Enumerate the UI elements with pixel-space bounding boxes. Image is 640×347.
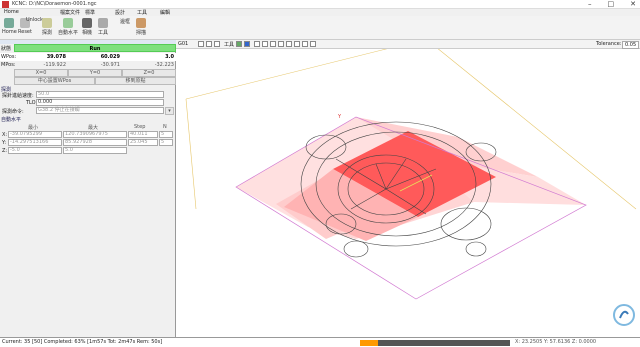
probe-icon (42, 18, 52, 28)
menu-home[interactable]: Home (4, 9, 19, 15)
control-panel: 狀態 Run WPos: 39.078 60.029 3.0 MPos: -11… (0, 44, 176, 337)
menu-edit[interactable]: 編輯 (160, 9, 170, 16)
y-n-input[interactable]: 5 (159, 139, 173, 146)
probe-button[interactable]: 探測 (42, 18, 52, 36)
z-min-input[interactable]: -5.0 (8, 147, 62, 154)
scan-button[interactable]: 掃描 (136, 18, 146, 36)
y-max-input[interactable]: 85.927928 (63, 139, 127, 146)
state-label: 狀態 (1, 46, 12, 52)
probe-cmd-select[interactable]: G38.2 停止在接觸 (36, 107, 164, 114)
mpos-x: -119.922 (43, 62, 66, 68)
camera-button[interactable]: 相機 (82, 18, 92, 36)
ribbon: Home Reset Unlock 探測 自動水平 相機 工具 邊框 掃描 (0, 16, 640, 40)
step-header: Step (134, 124, 146, 130)
minimize-icon[interactable]: – (588, 0, 592, 8)
cursor-coords: X: 23.2505 Y: 57.6136 Z: 0.0000 (515, 339, 597, 345)
z-max-input[interactable]: 5.0 (63, 147, 127, 154)
tolerance-input[interactable]: 0.05 (622, 41, 640, 49)
probe-cmd-label: 探測命令: (2, 109, 24, 115)
watermark-logo (612, 300, 636, 330)
progress-fill (360, 340, 378, 346)
chevron-down-icon[interactable]: ▾ (165, 107, 174, 115)
grid-icon[interactable] (286, 41, 292, 47)
wpos-x: 39.078 (46, 54, 66, 60)
home-icon (4, 18, 15, 28)
x-step-input[interactable]: 40.011 (128, 131, 158, 138)
title-bar: KCNC: D:\NC\Doraemon-0001.ngc – □ ✕ (0, 0, 640, 9)
menu-tools[interactable]: 工具 (137, 9, 147, 16)
probe-view-icon[interactable] (302, 41, 308, 47)
margin-icon[interactable] (294, 41, 300, 47)
goto-origin-button[interactable]: 移到原點 (95, 77, 176, 85)
close-icon[interactable]: ✕ (630, 0, 636, 8)
menu-file[interactable]: 檔案文件 (60, 9, 80, 16)
x-n-input[interactable]: 5 (159, 131, 173, 138)
view-iso-icon[interactable] (262, 41, 268, 47)
move-icon[interactable] (236, 41, 242, 47)
x-min-input[interactable]: -39.0795299 (8, 131, 62, 138)
min-header: 最小 (28, 125, 39, 131)
maximize-icon[interactable]: □ (608, 0, 615, 8)
x-max-input[interactable]: 120.7390967975 (63, 131, 127, 138)
workarea-icon[interactable] (310, 41, 316, 47)
workspace-line (185, 98, 197, 210)
menu-design[interactable]: 設計 (115, 9, 125, 16)
auto-level-icon (63, 18, 73, 28)
axis-z-label: Z: (2, 148, 8, 154)
y-step-input[interactable]: 25.045 (128, 139, 158, 146)
probe-feed-input[interactable]: 50.0 (36, 91, 164, 98)
axis-x-label: X: (2, 132, 8, 138)
app-icon (2, 1, 9, 8)
mpos-y: -30.971 (100, 62, 120, 68)
zero-x-button[interactable]: X=0 (14, 69, 68, 77)
tool-icon (98, 18, 108, 28)
toolpath-canvas: Y (185, 38, 637, 300)
status-bar: Current: 35 [50] Completed: 63% [1m57s T… (0, 337, 640, 347)
progress-text: Current: 35 [50] Completed: 63% [1m57s T… (2, 339, 163, 345)
mpos-z: -32.223 (154, 62, 174, 68)
axis-y-label: Y: (2, 140, 7, 146)
view-toolbar: G01 工具 Tolerance: 0.05 (176, 40, 640, 49)
zoom-out-icon[interactable] (206, 41, 212, 47)
auto-level-button[interactable]: 自動水平 (58, 18, 78, 36)
zero-y-button[interactable]: Y=0 (68, 69, 122, 77)
scan-icon (136, 18, 146, 28)
zoom-fit-icon[interactable] (214, 41, 220, 47)
autolevel-section-title: 自動水平 (1, 117, 22, 123)
y-min-input[interactable]: -14.297513166 (8, 139, 62, 146)
home-button[interactable]: Home (2, 18, 17, 35)
frame-button[interactable]: 邊框 (120, 18, 130, 25)
tolerance-label: Tolerance: (596, 41, 622, 47)
gcode-mode[interactable]: G01 (178, 41, 188, 47)
zoom-in-icon[interactable] (198, 41, 204, 47)
camera-icon (82, 18, 92, 28)
workspace-line (185, 38, 427, 100)
ruler-icon[interactable] (244, 41, 250, 47)
zero-z-button[interactable]: Z=0 (122, 69, 176, 77)
max-header: 最大 (88, 125, 99, 131)
state-indicator: Run (14, 44, 176, 52)
wpos-y: 60.029 (100, 54, 120, 60)
view-top-icon[interactable] (254, 41, 260, 47)
tool-label: 工具 (224, 42, 235, 48)
menu-standard[interactable]: 標準 (85, 9, 95, 16)
n-header: N (163, 124, 167, 130)
probe-feed-label: 探針進給速度: (2, 93, 34, 99)
wpos-z: 3.0 (165, 54, 174, 60)
window-title: KCNC: D:\NC\Doraemon-0001.ngc (12, 1, 97, 7)
view-front-icon[interactable] (270, 41, 276, 47)
tlo-input[interactable]: 0.000 (36, 99, 164, 106)
view-side-icon[interactable] (278, 41, 284, 47)
unlock-button[interactable]: Unlock (26, 17, 43, 23)
origin-marker: Y (337, 114, 342, 120)
canvas-viewport[interactable]: Y (176, 38, 640, 337)
set-wpos-button[interactable]: 中心設置WPos (14, 77, 95, 85)
menu-bar: Home 檔案文件 標準 設計 工具 編輯 (0, 9, 640, 16)
tool-button[interactable]: 工具 (98, 18, 108, 36)
progress-bar (360, 340, 510, 346)
